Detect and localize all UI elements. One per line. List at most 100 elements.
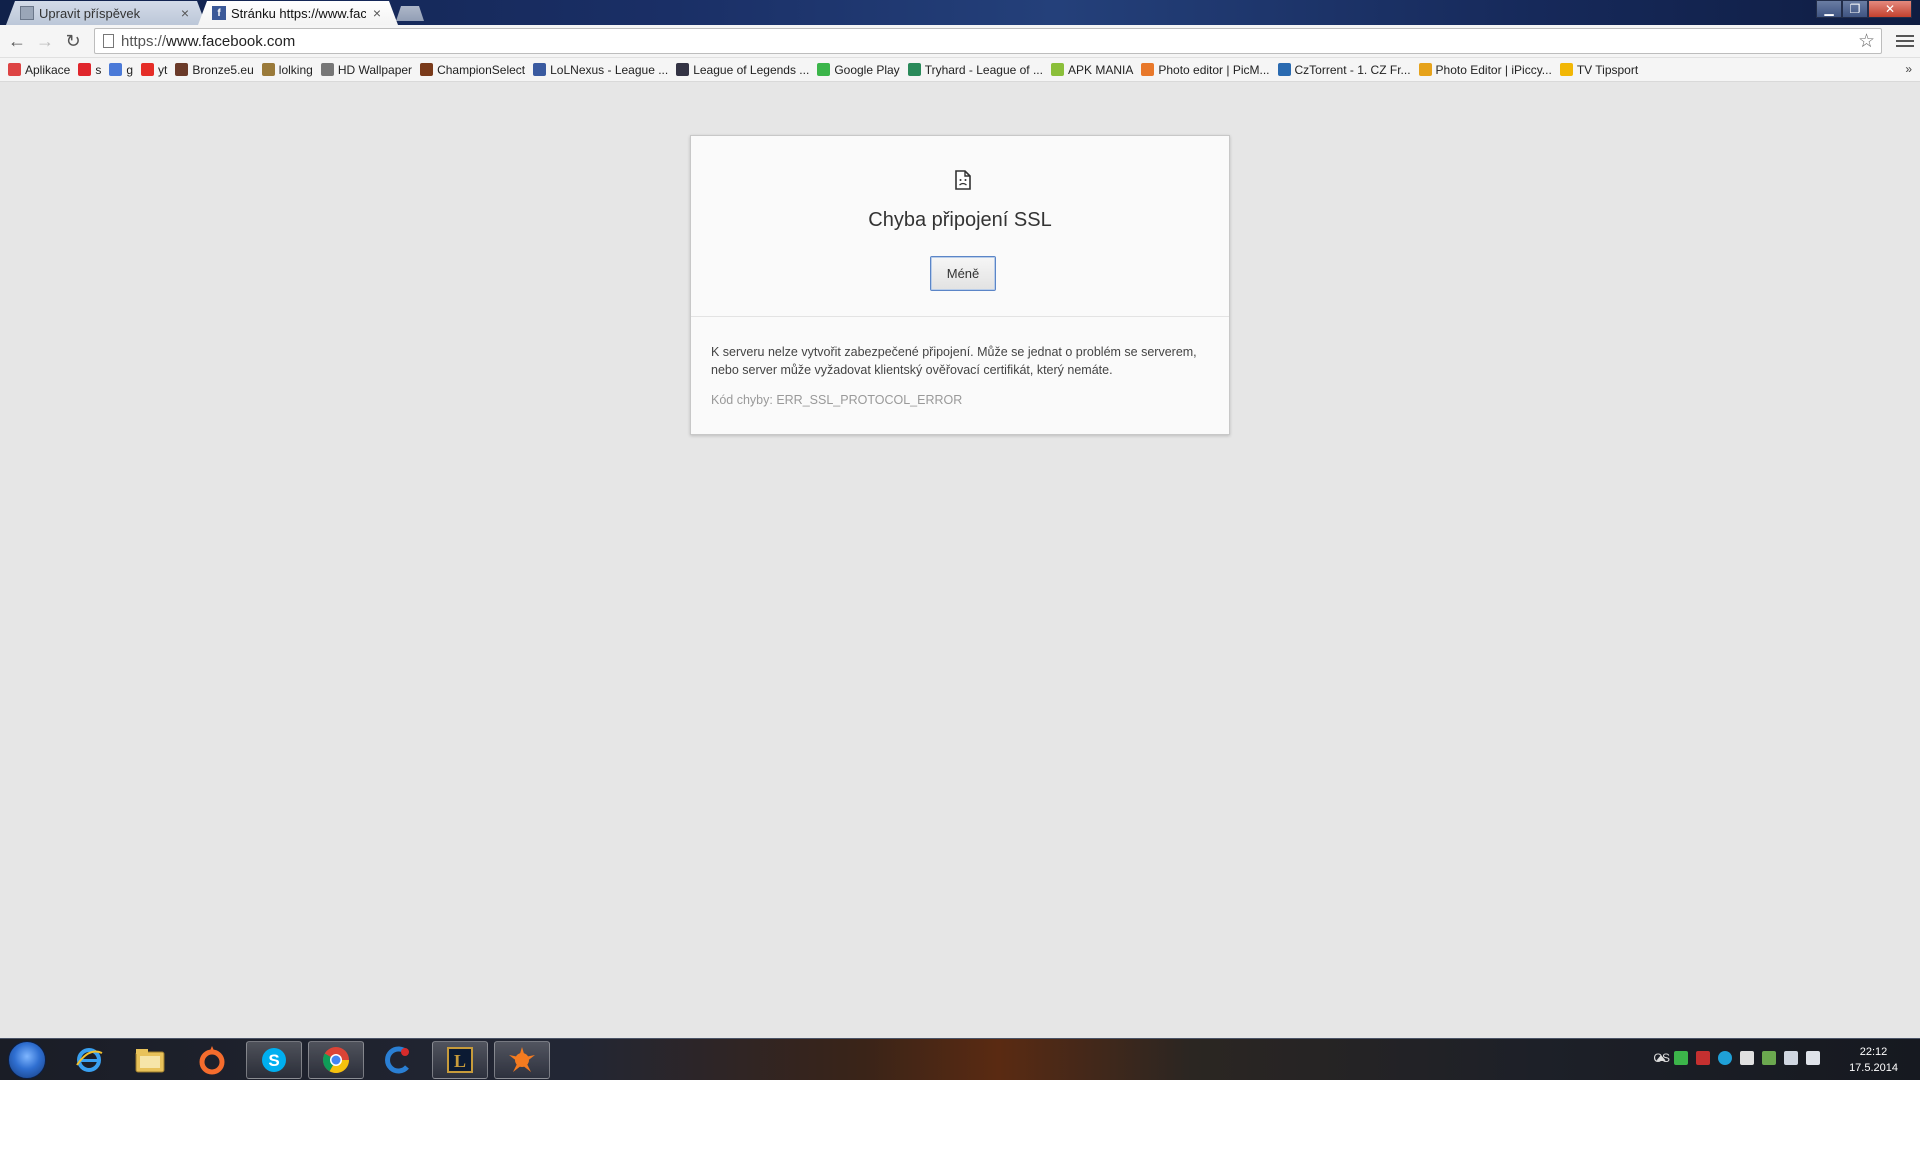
error-code: Kód chyby: ERR_SSL_PROTOCOL_ERROR [711, 393, 963, 407]
volume-icon[interactable] [1806, 1051, 1820, 1065]
tryhard-icon [907, 63, 921, 76]
error-details: K serveru nelze vytvořit zabezpečené při… [711, 345, 1197, 377]
internet-explorer-icon[interactable] [61, 1041, 117, 1079]
s-logo-icon [78, 63, 92, 76]
bookmark-label: yt [158, 62, 168, 77]
bookmark-label: CzTorrent - 1. CZ Fr... [1294, 62, 1411, 77]
tab-facebook[interactable]: f Stránku https://www.face × [198, 1, 398, 25]
url-host: www.facebook.com [166, 33, 296, 50]
bookmark-label: g [126, 62, 134, 77]
tab-upravit-prispevek[interactable]: Upravit příspěvek × [6, 1, 206, 25]
system-tray [1656, 1051, 1820, 1065]
bookmark-label: s [95, 62, 102, 77]
bookmark-label: Photo Editor | iPiccy... [1435, 62, 1552, 77]
show-hidden-icons-icon[interactable] [1656, 1055, 1666, 1061]
address-bar[interactable]: https://www.facebook.com ☆ [94, 28, 1882, 54]
picmonkey-icon [1141, 63, 1155, 76]
tab-strip: Upravit příspěvek × f Stránku https://ww… [0, 0, 1920, 25]
bookmarks-overflow-button[interactable]: » [1905, 62, 1912, 76]
bookmark-label: HD Wallpaper [337, 62, 413, 77]
new-tab-button[interactable] [396, 6, 424, 21]
league-of-legends-icon[interactable]: L [432, 1041, 488, 1079]
android-icon [1050, 63, 1064, 76]
bookmark-item[interactable]: yt [139, 59, 173, 81]
tray-app-icon[interactable] [1762, 1051, 1776, 1065]
tray-app-icon[interactable] [1696, 1051, 1710, 1065]
bookmark-item[interactable]: TV Tipsport [1558, 59, 1644, 81]
clock[interactable]: 22:12 17.5.2014 [1849, 1044, 1898, 1076]
bookmark-item[interactable]: League of Legends ... [674, 59, 815, 81]
url-scheme: https:// [121, 33, 167, 50]
bookmark-label: Aplikace [25, 62, 71, 77]
tab-title: Stránku https://www.face [231, 5, 366, 21]
lolnexus-icon [533, 63, 547, 76]
google-plus-icon [109, 63, 123, 76]
tab-title: Upravit příspěvek [39, 5, 141, 21]
action-center-icon[interactable] [1740, 1051, 1754, 1065]
close-icon[interactable]: × [370, 5, 384, 21]
bookmark-label: Tryhard - League of ... [924, 62, 1043, 77]
bookmark-item[interactable]: Photo Editor | iPiccy... [1417, 59, 1558, 81]
minimize-button[interactable]: ▁ [1816, 0, 1842, 18]
page-icon [103, 34, 114, 48]
bookmark-label: Google Play [834, 62, 900, 77]
svg-text:S: S [268, 1051, 279, 1070]
file-explorer-icon[interactable] [122, 1041, 178, 1079]
bookmark-item[interactable]: LoLNexus - League ... [531, 59, 674, 81]
tipsport-icon [1559, 63, 1573, 76]
clock-date: 17.5.2014 [1849, 1062, 1898, 1074]
bookmark-label: Photo editor | PicM... [1158, 62, 1270, 77]
bookmark-item[interactable]: Bronze5.eu [173, 59, 259, 81]
network-icon[interactable] [1784, 1051, 1798, 1065]
less-button[interactable]: Méně [930, 256, 996, 291]
tray-app-icon[interactable] [1674, 1051, 1688, 1065]
svg-text:L: L [454, 1051, 466, 1071]
bookmark-label: LoLNexus - League ... [550, 62, 669, 77]
close-window-button[interactable]: ✕ [1868, 0, 1912, 18]
maximize-button[interactable]: ❐ [1842, 0, 1868, 18]
bookmark-label: APK MANIA [1067, 62, 1134, 77]
youtube-icon [141, 63, 155, 76]
google-play-icon [817, 63, 831, 76]
bookmark-item[interactable]: HD Wallpaper [319, 59, 418, 81]
reload-icon[interactable]: ↻ [62, 30, 84, 52]
browser-toolbar: ← → ↻ https://www.facebook.com ☆ [0, 25, 1920, 58]
error-card-header: Chyba připojení SSL Méně [691, 136, 1229, 317]
bookmark-item[interactable]: Aplikace [6, 59, 76, 81]
tray-app-icon[interactable] [1718, 1051, 1732, 1065]
bronze5-icon [175, 63, 189, 76]
lolking-icon [261, 63, 275, 76]
window-controls: ▁ ❐ ✕ [1816, 0, 1912, 18]
bookmark-item[interactable]: ChampionSelect [418, 59, 531, 81]
bookmark-item[interactable]: CzTorrent - 1. CZ Fr... [1276, 59, 1417, 81]
back-arrow-icon[interactable]: ← [6, 30, 28, 52]
chrome-menu-icon[interactable] [1896, 31, 1914, 51]
bookmark-item[interactable]: Tryhard - League of ... [906, 59, 1049, 81]
bookmark-label: lolking [278, 62, 313, 77]
wiki-icon [676, 63, 690, 76]
document-icon [20, 6, 34, 20]
bookmark-label: TV Tipsport [1576, 62, 1639, 77]
bookmark-item[interactable]: s [76, 59, 107, 81]
bookmark-item[interactable]: lolking [260, 59, 319, 81]
bookmark-item[interactable]: g [107, 59, 139, 81]
origin-icon[interactable] [184, 1041, 240, 1079]
avast-icon[interactable] [494, 1041, 550, 1079]
start-button[interactable] [8, 1041, 46, 1079]
bookmarks-bar: Aplikace s g yt Bronze5.eu lolking HD Wallpape… [0, 58, 1920, 82]
broken-document-icon [955, 170, 971, 190]
bookmark-label: ChampionSelect [437, 62, 526, 77]
ccleaner-icon[interactable] [370, 1041, 426, 1079]
forward-arrow-icon[interactable]: → [34, 30, 56, 52]
chrome-icon[interactable] [308, 1041, 364, 1079]
clock-time: 22:12 [1859, 1046, 1888, 1058]
close-icon[interactable]: × [178, 5, 192, 21]
skype-icon[interactable]: S [246, 1041, 302, 1079]
bookmark-item[interactable]: APK MANIA [1049, 59, 1139, 81]
url-text: https://www.facebook.com [121, 33, 295, 50]
ipiccy-icon [1418, 63, 1432, 76]
screen: Upravit příspěvek × f Stránku https://ww… [0, 0, 1920, 1080]
bookmark-star-icon[interactable]: ☆ [1858, 30, 1875, 53]
bookmark-item[interactable]: Google Play [815, 59, 905, 81]
bookmark-item[interactable]: Photo editor | PicM... [1139, 59, 1275, 81]
